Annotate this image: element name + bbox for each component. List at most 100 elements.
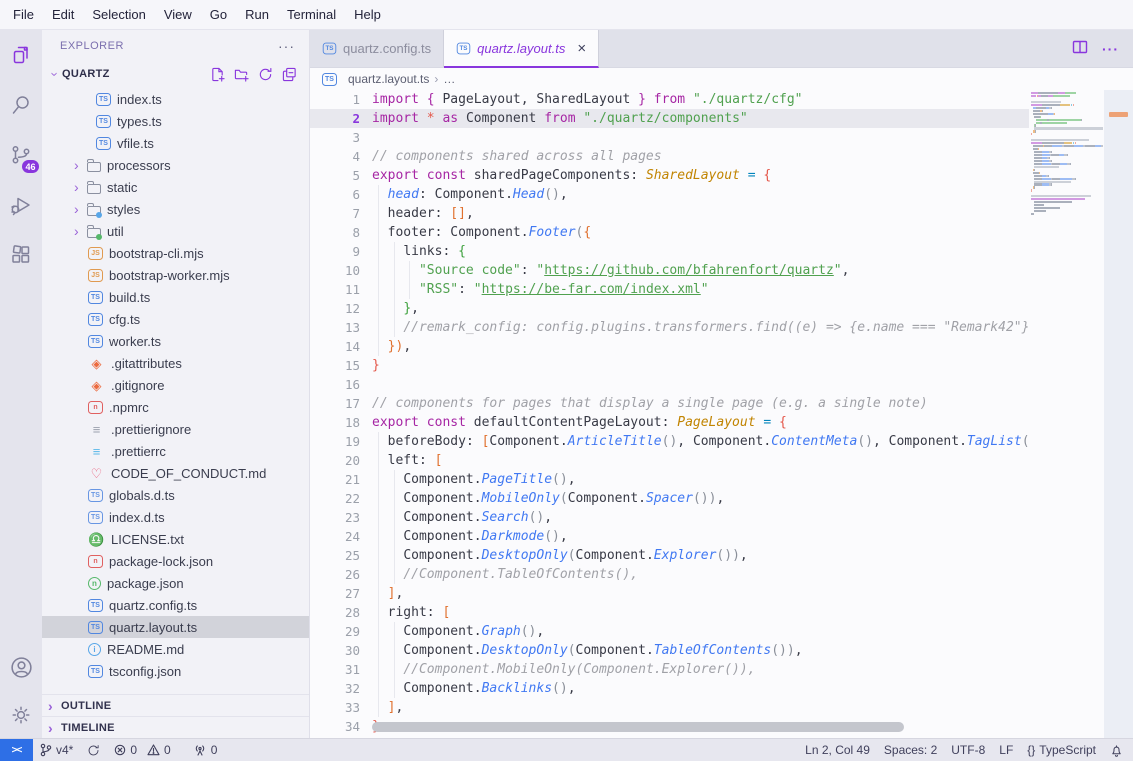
- tree-item-worker-ts[interactable]: TSworker.ts: [42, 330, 309, 352]
- tree-item-static[interactable]: ›static: [42, 176, 309, 198]
- tree-item-styles[interactable]: ›styles: [42, 198, 309, 220]
- cursor-position[interactable]: Ln 2, Col 49: [798, 739, 877, 761]
- explorer-more-actions-icon[interactable]: ···: [278, 38, 295, 54]
- indent-guide: [378, 204, 379, 223]
- menu-view[interactable]: View: [155, 0, 201, 30]
- indent-guide: [378, 337, 379, 356]
- notifications-bell-icon[interactable]: [1103, 739, 1133, 761]
- branch-status[interactable]: v4*: [33, 739, 80, 761]
- tree-item-globals-d-ts[interactable]: TSglobals.d.ts: [42, 484, 309, 506]
- code-line-27: 27 ],: [310, 584, 1030, 603]
- editor-more-actions-icon[interactable]: ···: [1102, 41, 1119, 57]
- menu-selection[interactable]: Selection: [83, 0, 154, 30]
- collapse-folders-icon[interactable]: [281, 66, 297, 82]
- tab-quartz-config-ts[interactable]: TSquartz.config.ts: [310, 30, 444, 67]
- remote-indicator[interactable]: ><: [0, 739, 33, 761]
- tree-item-vfile-ts[interactable]: TSvfile.ts: [42, 132, 309, 154]
- tree-item-package-json[interactable]: npackage.json: [42, 572, 309, 594]
- tab-quartz-layout-ts[interactable]: TSquartz.layout.ts×: [444, 30, 599, 68]
- line-text: footer: Component.Footer({: [372, 223, 591, 242]
- indent-guide: [378, 242, 379, 261]
- horizontal-scrollbar[interactable]: [372, 722, 904, 732]
- breadcrumb-item[interactable]: quartz.layout.ts: [348, 72, 429, 86]
- tree-item-license-txt[interactable]: ♎LICENSE.txt: [42, 528, 309, 550]
- typescript-icon: TS: [457, 42, 471, 54]
- line-number: 30: [310, 641, 360, 660]
- tree-item-tsconfig-json[interactable]: TStsconfig.json: [42, 660, 309, 682]
- tree-item-readme-md[interactable]: i README.md: [42, 638, 309, 660]
- line-text: //remark_config: config.plugins.transfor…: [372, 318, 1030, 337]
- tree-item-index-ts[interactable]: TSindex.ts: [42, 88, 309, 110]
- menu-go[interactable]: Go: [201, 0, 236, 30]
- ports-status[interactable]: 0: [186, 739, 225, 761]
- breadcrumb-item[interactable]: …: [443, 72, 455, 86]
- code-line-29: 29 Component.Graph(),: [310, 622, 1030, 641]
- run-debug-icon[interactable]: [0, 180, 42, 230]
- tree-item-package-lock-json[interactable]: npackage-lock.json: [42, 550, 309, 572]
- tree-item-util[interactable]: ›util: [42, 220, 309, 242]
- settings-gear-icon[interactable]: [0, 692, 42, 738]
- encoding[interactable]: UTF-8: [944, 739, 992, 761]
- refresh-icon[interactable]: [257, 66, 273, 82]
- explorer-icon[interactable]: [0, 30, 42, 80]
- branch-label: v4*: [56, 743, 73, 757]
- tree-item-label: CODE_OF_CONDUCT.md: [111, 466, 266, 481]
- close-icon[interactable]: ×: [577, 41, 586, 56]
- split-editor-icon[interactable]: [1072, 39, 1088, 58]
- code-editor[interactable]: 1import { PageLayout, SharedLayout } fro…: [310, 90, 1133, 738]
- tree-item-types-ts[interactable]: TStypes.ts: [42, 110, 309, 132]
- new-folder-icon[interactable]: [233, 66, 249, 82]
- minimap[interactable]: [1029, 90, 1104, 738]
- line-text: links: {: [372, 242, 466, 261]
- eol[interactable]: LF: [992, 739, 1020, 761]
- outline-section[interactable]: › OUTLINE: [42, 694, 309, 716]
- tree-item-quartz-config-ts[interactable]: TSquartz.config.ts: [42, 594, 309, 616]
- search-icon[interactable]: [0, 80, 42, 130]
- prettier-ignore-icon: ≡: [88, 421, 105, 437]
- tree-item--prettierrc[interactable]: ≡.prettierrc: [42, 440, 309, 462]
- code-line-14: 14 }),: [310, 337, 1030, 356]
- menu-file[interactable]: File: [4, 0, 43, 30]
- indent-guide: [378, 603, 379, 622]
- tree-item-index-d-ts[interactable]: TSindex.d.ts: [42, 506, 309, 528]
- tree-item--prettierignore[interactable]: ≡.prettierignore: [42, 418, 309, 440]
- new-file-icon[interactable]: [209, 66, 225, 82]
- menu-help[interactable]: Help: [345, 0, 390, 30]
- minimap-line: [1031, 178, 1103, 180]
- indent-guide: [378, 489, 379, 508]
- tree-item-quartz-layout-ts[interactable]: TSquartz.layout.ts: [42, 616, 309, 638]
- sync-icon[interactable]: [80, 739, 107, 761]
- tree-item--gitattributes[interactable]: ◈.gitattributes: [42, 352, 309, 374]
- package-lock-icon: n: [88, 555, 103, 568]
- menu-run[interactable]: Run: [236, 0, 278, 30]
- extensions-icon[interactable]: [0, 230, 42, 280]
- tree-item-cfg-ts[interactable]: TScfg.ts: [42, 308, 309, 330]
- tree-item--gitignore[interactable]: ◈.gitignore: [42, 374, 309, 396]
- section-header-quartz[interactable]: › QUARTZ: [42, 62, 309, 86]
- line-number: 18: [310, 413, 360, 432]
- source-control-icon[interactable]: 46: [0, 130, 42, 180]
- menu-edit[interactable]: Edit: [43, 0, 83, 30]
- tree-item-bootstrap-worker-mjs[interactable]: JSbootstrap-worker.mjs: [42, 264, 309, 286]
- outline-label: OUTLINE: [61, 700, 111, 712]
- minimap-line: [1031, 201, 1103, 203]
- indent-guide: [378, 470, 379, 489]
- tree-item-label: README.md: [107, 642, 184, 657]
- timeline-section[interactable]: › TIMELINE: [42, 716, 309, 738]
- problems-status[interactable]: 0 0: [107, 739, 177, 761]
- tree-item-bootstrap-cli-mjs[interactable]: JSbootstrap-cli.mjs: [42, 242, 309, 264]
- tree-item-code-of-conduct-md[interactable]: ♡CODE_OF_CONDUCT.md: [42, 462, 309, 484]
- tree-item-build-ts[interactable]: TSbuild.ts: [42, 286, 309, 308]
- language-mode[interactable]: {} TypeScript: [1020, 739, 1103, 761]
- code-line-4: 4// components shared across all pages: [310, 147, 1030, 166]
- code-line-22: 22 Component.MobileOnly(Component.Spacer…: [310, 489, 1030, 508]
- account-icon[interactable]: [0, 642, 42, 692]
- menu-terminal[interactable]: Terminal: [278, 0, 345, 30]
- readme-icon: i: [88, 643, 101, 656]
- minimap-line: [1031, 119, 1103, 121]
- line-number: 25: [310, 546, 360, 565]
- indentation[interactable]: Spaces: 2: [877, 739, 944, 761]
- tree-item-processors[interactable]: ›processors: [42, 154, 309, 176]
- tree-item-label: .prettierrc: [111, 444, 166, 459]
- tree-item--npmrc[interactable]: n.npmrc: [42, 396, 309, 418]
